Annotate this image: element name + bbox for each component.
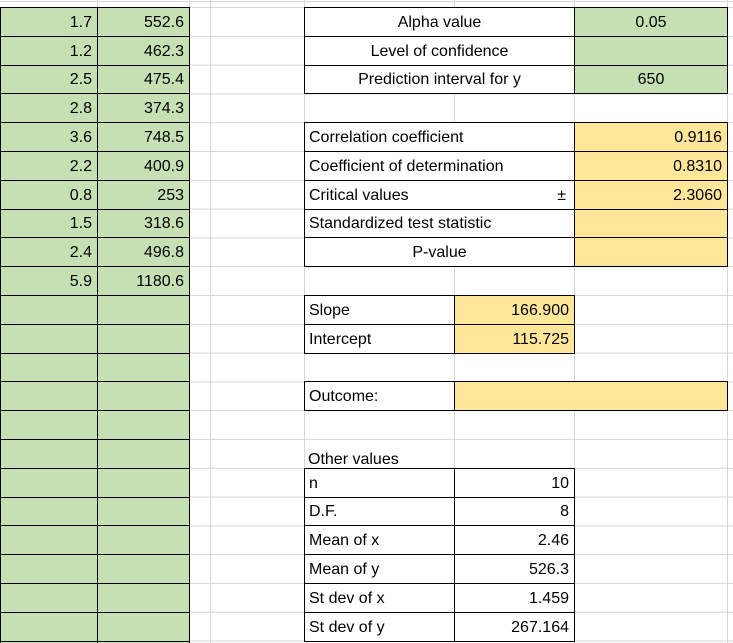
alpha-value-cell[interactable]: 0.05: [575, 8, 728, 37]
data-cell[interactable]: 400.9: [98, 151, 190, 181]
spreadsheet: 1.7 552.6 1.2 462.3 2.5 475.4 2.8 374.3 …: [0, 0, 733, 643]
st-dev-of-y-label[interactable]: St dev of y: [305, 612, 455, 642]
gridline: [727, 0, 728, 643]
data-cell[interactable]: [1, 583, 98, 613]
coefficient-of-determination-label[interactable]: Coefficient of determination: [305, 151, 575, 181]
data-cell[interactable]: [98, 468, 190, 498]
data-cell[interactable]: [1, 555, 98, 584]
data-cell[interactable]: 475.4: [98, 65, 190, 95]
df-label[interactable]: D.F.: [305, 497, 455, 527]
data-cell[interactable]: 2.4: [1, 238, 98, 268]
outcome-label[interactable]: Outcome:: [305, 382, 455, 412]
data-cell[interactable]: 2.2: [1, 151, 98, 181]
n-cell[interactable]: 10: [455, 468, 575, 498]
slope-label[interactable]: Slope: [305, 296, 455, 325]
data-cell[interactable]: [1, 612, 98, 642]
gridline: [210, 0, 211, 643]
data-cell[interactable]: 2.5: [1, 65, 98, 95]
data-cell[interactable]: 496.8: [98, 238, 190, 268]
slope-cell[interactable]: 166.900: [455, 296, 575, 325]
prediction-interval-label[interactable]: Prediction interval for y: [305, 65, 575, 95]
plus-minus-sign: ±: [557, 186, 566, 204]
critical-values-cell[interactable]: 2.3060: [575, 180, 728, 210]
data-cell[interactable]: [1, 497, 98, 527]
data-cell[interactable]: [1, 468, 98, 498]
data-cell[interactable]: [98, 295, 190, 325]
data-cell[interactable]: 748.5: [98, 123, 190, 152]
data-cell[interactable]: 1.7: [1, 8, 98, 37]
correlation-coefficient-cell[interactable]: 0.9116: [575, 123, 728, 152]
data-table: 1.7 552.6 1.2 462.3 2.5 475.4 2.8 374.3 …: [0, 7, 190, 643]
outcome-row: Outcome:: [304, 381, 728, 412]
data-cell[interactable]: 318.6: [98, 209, 190, 239]
data-cell[interactable]: 462.3: [98, 36, 190, 66]
p-value-cell[interactable]: [575, 238, 728, 268]
data-cell[interactable]: [98, 324, 190, 354]
mean-of-y-cell[interactable]: 526.3: [455, 555, 575, 584]
data-cell[interactable]: 5.9: [1, 267, 98, 296]
data-cell[interactable]: [1, 411, 98, 440]
data-cell[interactable]: [98, 555, 190, 584]
data-cell[interactable]: 3.6: [1, 123, 98, 152]
inputs-table: Alpha value 0.05 Level of confidence Pre…: [304, 7, 728, 95]
intercept-label[interactable]: Intercept: [305, 324, 455, 354]
stats-table: Correlation coefficient 0.9116 Coefficie…: [304, 122, 728, 268]
data-cell[interactable]: [1, 439, 98, 469]
standardized-test-statistic-cell[interactable]: [575, 209, 728, 239]
data-cell[interactable]: 374.3: [98, 94, 190, 124]
data-cell[interactable]: [1, 353, 98, 383]
data-cell[interactable]: [98, 583, 190, 613]
data-cell[interactable]: 1180.6: [98, 267, 190, 296]
data-cell[interactable]: 2.8: [1, 94, 98, 124]
data-cell[interactable]: 1.5: [1, 209, 98, 239]
data-cell[interactable]: [1, 295, 98, 325]
level-of-confidence-label[interactable]: Level of confidence: [305, 36, 575, 66]
mean-of-x-cell[interactable]: 2.46: [455, 526, 575, 556]
intercept-cell[interactable]: 115.725: [455, 324, 575, 354]
p-value-label[interactable]: P-value: [305, 238, 575, 268]
standardized-test-statistic-label[interactable]: Standardized test statistic: [305, 209, 575, 239]
mean-of-x-label[interactable]: Mean of x: [305, 526, 455, 556]
data-cell[interactable]: [1, 324, 98, 354]
data-cell[interactable]: 552.6: [98, 8, 190, 37]
data-cell[interactable]: [98, 497, 190, 527]
alpha-value-label[interactable]: Alpha value: [305, 8, 575, 37]
critical-values-text: Critical values: [309, 186, 409, 204]
n-label[interactable]: n: [305, 468, 455, 498]
mean-of-y-label[interactable]: Mean of y: [305, 555, 455, 584]
data-cell[interactable]: [98, 439, 190, 469]
prediction-interval-cell[interactable]: 650: [575, 65, 728, 95]
data-cell[interactable]: [98, 411, 190, 440]
coefficient-of-determination-cell[interactable]: 0.8310: [575, 151, 728, 181]
data-cell[interactable]: [1, 526, 98, 556]
data-cell[interactable]: 0.8: [1, 180, 98, 210]
data-cell[interactable]: [1, 382, 98, 412]
st-dev-of-x-cell[interactable]: 1.459: [455, 583, 575, 613]
data-cell[interactable]: [98, 526, 190, 556]
correlation-coefficient-label[interactable]: Correlation coefficient: [305, 123, 575, 152]
regression-table: Slope 166.900 Intercept 115.725: [304, 295, 575, 354]
outcome-cell[interactable]: [455, 382, 728, 412]
data-cell[interactable]: [98, 353, 190, 383]
data-cell[interactable]: 1.2: [1, 36, 98, 66]
st-dev-of-y-cell[interactable]: 267.164: [455, 612, 575, 642]
gridline: [0, 1, 733, 2]
critical-values-label[interactable]: Critical values ±: [305, 180, 575, 210]
data-cell[interactable]: [98, 612, 190, 642]
other-values-table: n 10 D.F. 8 Mean of x 2.46 Mean of y 526…: [304, 467, 575, 642]
data-cell[interactable]: 253: [98, 180, 190, 210]
level-of-confidence-cell[interactable]: [575, 36, 728, 66]
df-cell[interactable]: 8: [455, 497, 575, 527]
data-cell[interactable]: [98, 382, 190, 412]
st-dev-of-x-label[interactable]: St dev of x: [305, 583, 455, 613]
